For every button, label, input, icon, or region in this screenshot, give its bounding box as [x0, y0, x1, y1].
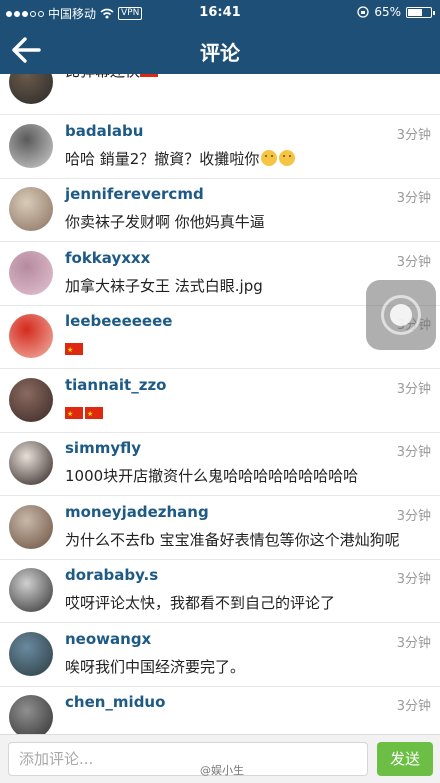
comment-username[interactable]: chen_miduo	[65, 693, 165, 711]
page-title: 评论	[200, 41, 240, 65]
avatar[interactable]	[9, 568, 53, 612]
battery-level-fill	[408, 8, 422, 16]
comment-username[interactable]: moneyjadezhang	[65, 503, 209, 521]
comment-body: 唉呀我们中国经济要完了。	[65, 657, 246, 676]
comment-time: 3分钟	[396, 572, 431, 587]
comment-row[interactable]: dorababy.s 3分钟哎呀评论太快，我都看不到自己的评论了	[0, 560, 440, 623]
comment-time: 3分钟	[396, 445, 431, 460]
avatar[interactable]	[9, 695, 53, 734]
comment-text: 比弹幕还快	[65, 74, 415, 82]
comment-list[interactable]: 比弹幕还快badalabu3分钟哈哈 銷量2？撤資？收攤啦你jenniferev…	[0, 74, 440, 734]
comment-row[interactable]: jenniferevercmd 3分钟你卖袜子发财啊 你他妈真牛逼	[0, 179, 440, 242]
battery-percent: 65%	[374, 5, 401, 19]
comment-username[interactable]: dorababy.s	[65, 566, 158, 584]
nav-bar: 评论	[0, 26, 440, 74]
comment-input[interactable]	[8, 742, 368, 776]
avatar[interactable]	[9, 504, 53, 549]
comment-time: 3分钟	[396, 254, 431, 270]
avatar[interactable]	[9, 441, 53, 485]
comment-username[interactable]: leebeeeeeee	[65, 312, 172, 330]
comment-username[interactable]: tiannait_zzo	[65, 376, 167, 394]
china-flag-icon	[65, 340, 83, 360]
app-screen: 中国移动 VPN 16:41 65% 评论 比	[0, 0, 440, 783]
comment-body: 为什么不去fb 宝宝准备好表情包等你这个港灿狗呢	[65, 530, 400, 549]
smiley-emoji-icon	[279, 149, 296, 166]
comment-time: 3分钟	[396, 508, 431, 524]
comment-row[interactable]: tiannait_zzo 3分钟	[0, 370, 440, 433]
comment-text: 唉呀我们中国经济要完了。	[65, 657, 415, 677]
comment-row[interactable]: badalabu 3分钟哈哈 銷量2？撤資？收攤啦你	[0, 116, 440, 179]
comment-username[interactable]: jenniferevercmd	[65, 185, 204, 203]
comment-text	[65, 403, 415, 424]
status-bar: 中国移动 VPN 16:41 65%	[0, 0, 440, 26]
avatar[interactable]	[9, 187, 53, 231]
comment-row[interactable]: chen_miduo 3分钟	[0, 687, 440, 734]
comment-username[interactable]: badalabu	[65, 122, 143, 140]
rotation-lock-icon	[357, 6, 369, 18]
comment-time: 3分钟	[396, 381, 431, 397]
comment-time: 3分钟	[396, 699, 431, 714]
comment-text	[65, 339, 415, 360]
comment-body: 1000块开店撤资什么鬼哈哈哈哈哈哈哈哈哈	[65, 467, 359, 485]
avatar[interactable]	[9, 631, 53, 676]
avatar[interactable]	[9, 314, 53, 358]
comment-username[interactable]: simmyfly	[65, 439, 141, 457]
assistive-touch-icon	[381, 295, 421, 335]
comment-text: 加拿大袜子女王 法式白眼.jpg	[65, 276, 415, 296]
avatar[interactable]	[9, 250, 53, 295]
status-right: 65%	[357, 5, 435, 19]
comment-text: 你卖袜子发财啊 你他妈真牛逼	[65, 212, 415, 232]
comment-username[interactable]: neowangx	[65, 630, 151, 648]
comment-row[interactable]: neowangx 3分钟唉呀我们中国经济要完了。	[0, 624, 440, 687]
avatar[interactable]	[9, 377, 53, 422]
comment-row[interactable]: simmyfly 3分钟 1000块开店撤资什么鬼哈哈哈哈哈哈哈哈哈	[0, 433, 440, 496]
comment-text: 哎呀评论太快，我都看不到自己的评论了	[65, 593, 415, 613]
comment-text: 为什么不去fb 宝宝准备好表情包等你这个港灿狗呢	[65, 530, 415, 550]
comment-time: 3分钟	[396, 191, 431, 206]
comment-body: 你卖袜子发财啊 你他妈真牛逼	[65, 213, 265, 231]
comment-username[interactable]: fokkayxxx	[65, 249, 150, 267]
comment-body: 加拿大袜子女王 法式白眼.jpg	[65, 276, 263, 295]
comment-body: 哎呀评论太快，我都看不到自己的评论了	[65, 594, 336, 612]
avatar[interactable]	[9, 123, 53, 168]
battery-icon	[406, 6, 435, 18]
smiley-emoji-icon	[261, 149, 278, 166]
comment-row[interactable]: 比弹幕还快	[0, 74, 440, 115]
send-button[interactable]: 发送	[377, 742, 433, 776]
comment-row[interactable]: moneyjadezhang 3分钟为什么不去fb 宝宝准备好表情包等你这个港灿狗…	[0, 497, 440, 560]
comment-body: 哈哈 銷量2？撤資？收攤啦你	[65, 149, 260, 168]
comment-text: 哈哈 銷量2？撤資？收攤啦你	[65, 149, 415, 169]
watermark-text: @娱小生	[200, 764, 244, 777]
comment-body: 比弹幕还快	[65, 74, 140, 80]
china-flag-icon	[140, 74, 159, 82]
comment-time: 3分钟	[396, 635, 431, 651]
china-flag-icon	[65, 404, 83, 424]
avatar[interactable]	[9, 74, 53, 104]
comment-time: 3分钟	[396, 127, 431, 143]
comment-text: 1000块开店撤资什么鬼哈哈哈哈哈哈哈哈哈	[65, 466, 415, 486]
china-flag-icon	[85, 404, 103, 424]
assistive-touch-button[interactable]	[366, 280, 436, 350]
